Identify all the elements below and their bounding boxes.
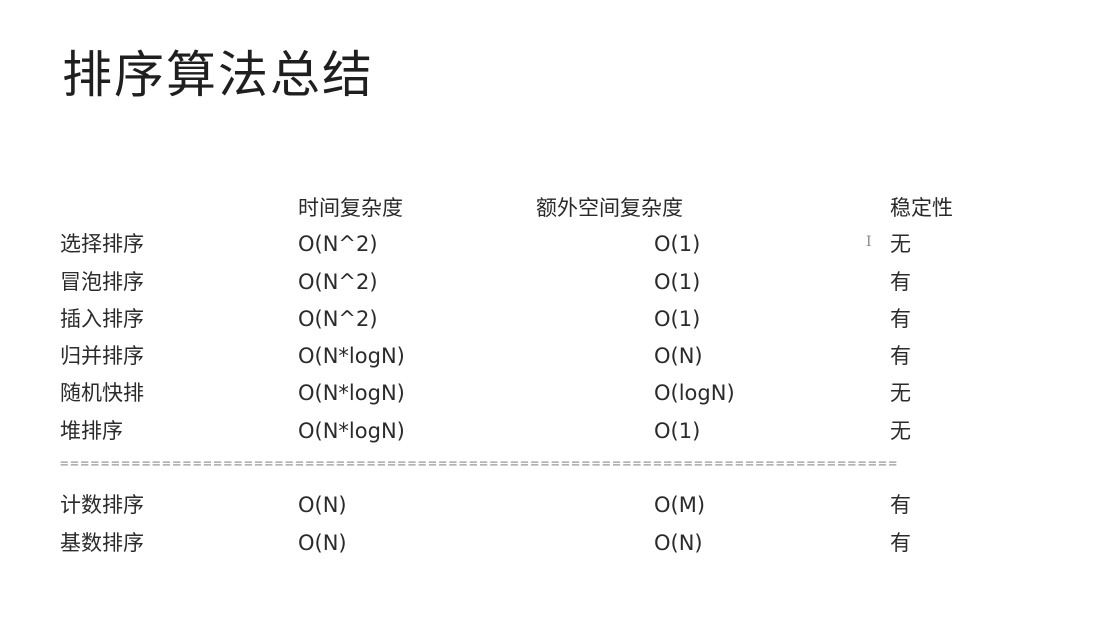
header-space-complexity: 额外空间复杂度 bbox=[536, 196, 683, 220]
algorithm-name: 插入排序 bbox=[60, 307, 144, 331]
stability: 无 bbox=[890, 381, 911, 405]
stability: 无 bbox=[890, 232, 911, 256]
time-complexity: O(N) bbox=[298, 531, 347, 555]
stability: 有 bbox=[890, 531, 911, 555]
algorithm-name: 冒泡排序 bbox=[60, 270, 144, 294]
space-complexity: O(N) bbox=[654, 344, 703, 368]
algorithm-name: 基数排序 bbox=[60, 531, 144, 555]
algorithm-name: 归并排序 bbox=[60, 344, 144, 368]
header-time-complexity: 时间复杂度 bbox=[298, 196, 403, 220]
page-title: 排序算法总结 bbox=[62, 46, 374, 104]
table-row: 计数排序 O(N) O(M) 有 bbox=[0, 487, 1115, 523]
space-complexity: O(1) bbox=[654, 307, 701, 331]
table-row: 冒泡排序 O(N^2) O(1) 有 bbox=[0, 264, 1115, 300]
time-complexity: O(N^2) bbox=[298, 307, 378, 331]
space-complexity: O(N) bbox=[654, 531, 703, 555]
stability: 有 bbox=[890, 307, 911, 331]
table-row: 插入排序 O(N^2) O(1) 有 bbox=[0, 301, 1115, 337]
algorithm-name: 选择排序 bbox=[60, 232, 144, 256]
time-complexity: O(N*logN) bbox=[298, 381, 405, 405]
time-complexity: O(N*logN) bbox=[298, 419, 405, 443]
header-stability: 稳定性 bbox=[890, 196, 953, 220]
space-complexity: O(1) bbox=[654, 419, 701, 443]
time-complexity: O(N^2) bbox=[298, 232, 378, 256]
space-complexity: O(1) bbox=[654, 270, 701, 294]
space-complexity: O(logN) bbox=[654, 381, 735, 405]
stability: 有 bbox=[890, 344, 911, 368]
algorithm-name: 堆排序 bbox=[60, 419, 123, 443]
time-complexity: O(N) bbox=[298, 493, 347, 517]
stability: 有 bbox=[890, 270, 911, 294]
time-complexity: O(N^2) bbox=[298, 270, 378, 294]
table-row: 基数排序 O(N) O(N) 有 bbox=[0, 525, 1115, 561]
table-header: 时间复杂度 额外空间复杂度 稳定性 bbox=[0, 190, 1115, 226]
table-row: 归并排序 O(N*logN) O(N) 有 bbox=[0, 338, 1115, 374]
table-row: 随机快排 O(N*logN) O(logN) 无 bbox=[0, 375, 1115, 411]
stability: 无 bbox=[890, 419, 911, 443]
table-row: 选择排序 O(N^2) O(1) 无 bbox=[0, 226, 1115, 262]
time-complexity: O(N*logN) bbox=[298, 344, 405, 368]
space-complexity: O(M) bbox=[654, 493, 706, 517]
table-row: 堆排序 O(N*logN) O(1) 无 bbox=[0, 413, 1115, 449]
algorithm-name: 计数排序 bbox=[60, 493, 144, 517]
space-complexity: O(1) bbox=[654, 232, 701, 256]
stability: 有 bbox=[890, 493, 911, 517]
algorithm-name: 随机快排 bbox=[60, 381, 144, 405]
text-cursor-icon: Ⅰ bbox=[866, 234, 872, 250]
section-divider: ========================================… bbox=[60, 456, 899, 472]
